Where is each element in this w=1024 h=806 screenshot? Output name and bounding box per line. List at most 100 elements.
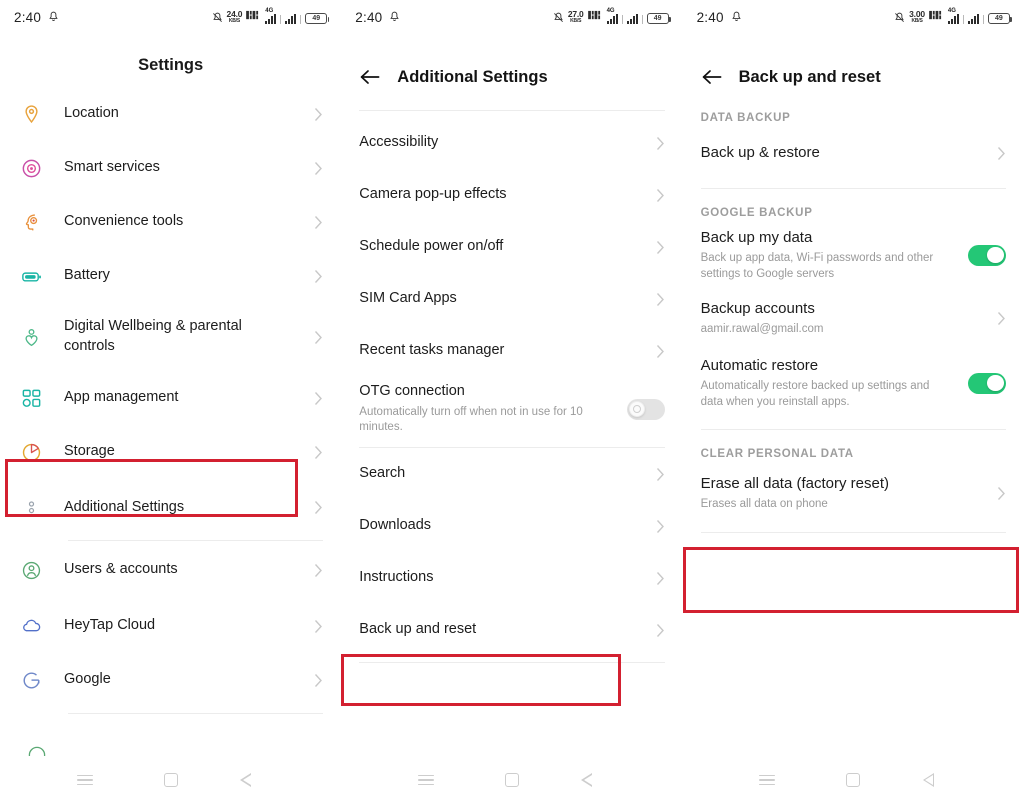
section-divider-1 [700, 188, 1006, 189]
list-item-schedule-power-on-off[interactable]: Schedule power on/off [341, 221, 682, 273]
home-icon[interactable] [501, 769, 523, 791]
row-text: Additional Settings [64, 498, 306, 518]
status-bar-right: 24.0 KB/S 4G 49 [212, 7, 330, 24]
chevron-right-icon [656, 292, 665, 307]
sidebar-item-label: Storage [64, 443, 115, 460]
row-text: OTG connection Automatically turn off wh… [359, 382, 616, 436]
list-item-search[interactable]: Search [341, 448, 682, 500]
toggle-knob [987, 374, 1004, 392]
screen-additional-settings: 2:40 27.0 KB/S 4G 49 Additional Settings… [341, 0, 683, 806]
nav-bar [683, 754, 1024, 806]
list-item-erase-all-data[interactable]: Erase all data (factory reset) Erases al… [683, 464, 1024, 522]
list-item-instructions[interactable]: Instructions [341, 552, 682, 604]
row-text: Schedule power on/off [359, 237, 647, 257]
battery-level: 49 [653, 14, 662, 22]
location-pin-icon [18, 101, 44, 127]
sidebar-item-label: Additional Settings [64, 498, 185, 515]
list-item-accessibility[interactable]: Accessibility [341, 117, 682, 169]
automatic-restore-toggle[interactable] [967, 372, 1006, 394]
screen-settings: 2:40 24.0 KB/S 4G 49 Settings Location S… [0, 0, 342, 806]
list-item-label: Camera pop-up effects [359, 186, 507, 203]
status-bar-right: 3.00 KB/S 4G 49 [894, 8, 1012, 24]
list-item-recent-tasks-manager[interactable]: Recent tasks manager [341, 325, 682, 377]
list-item-backup-accounts[interactable]: Backup accounts aamir.rawal@gmail.com [683, 287, 1024, 349]
row-text: Recent tasks manager [359, 341, 647, 361]
network-signal-group: 4G [947, 8, 959, 24]
sidebar-item-label: Location [64, 105, 119, 122]
chevron-right-icon [314, 619, 323, 634]
storage-pie-icon [18, 439, 44, 465]
page-title: Back up and reset [738, 67, 881, 86]
sidebar-item-app-management[interactable]: App management [0, 371, 341, 425]
back-icon[interactable] [922, 769, 950, 791]
sidebar-item-storage[interactable]: Storage [0, 425, 341, 479]
chevron-right-icon [314, 563, 323, 578]
status-bar-right: 27.0 KB/S 4G 49 [553, 8, 671, 24]
status-divider [962, 14, 964, 24]
back-icon[interactable] [581, 769, 609, 791]
menu-icon[interactable] [756, 769, 778, 791]
row-text: Users & accounts [64, 560, 306, 580]
chevron-right-icon [656, 623, 665, 638]
sidebar-item-heytap-cloud[interactable]: HeyTap Cloud [0, 599, 341, 653]
status-divider-2 [300, 14, 302, 24]
list-item-sim-card-apps[interactable]: SIM Card Apps [341, 273, 682, 325]
back-up-my-data-toggle[interactable] [967, 244, 1006, 266]
chevron-right-icon [997, 486, 1006, 501]
back-arrow-icon[interactable] [701, 68, 723, 86]
row-text: Back up & restore [701, 143, 989, 163]
additional-settings-icon [18, 495, 44, 521]
status-bar-left: 2:40 [14, 10, 59, 25]
list-item-back-up-and-reset[interactable]: Back up and reset [341, 604, 682, 656]
users-accounts-icon [18, 557, 44, 583]
menu-icon[interactable] [415, 769, 437, 791]
sidebar-item-label: HeyTap Cloud [64, 617, 156, 634]
home-icon[interactable] [842, 769, 864, 791]
nav-bar [341, 754, 682, 806]
list-item-label: Automatic restore [700, 356, 819, 374]
bell-mute-icon [553, 12, 564, 24]
row-text: Search [359, 464, 647, 484]
sidebar-item-convenience-tools[interactable]: Convenience tools [0, 195, 341, 249]
status-bar: 2:40 3.00 KB/S 4G 49 [683, 0, 1024, 34]
list-item-downloads[interactable]: Downloads [341, 500, 682, 552]
list-item-back-up-restore[interactable]: Back up & restore [683, 128, 1024, 178]
chevron-right-icon [314, 330, 323, 345]
nav-bar [0, 754, 341, 806]
chevron-right-icon [314, 673, 323, 688]
sidebar-item-label: Battery [64, 267, 110, 284]
data-rate-indicator: 24.0 KB/S [227, 10, 243, 24]
row-text: Convenience tools [64, 212, 306, 232]
row-text: Backup accounts aamir.rawal@gmail.com [701, 299, 989, 338]
menu-icon[interactable] [74, 769, 96, 791]
sidebar-item-smart-services[interactable]: Smart services [0, 141, 341, 195]
sidebar-item-digital-wellbeing[interactable]: Digital Wellbeing & parental controls [0, 303, 341, 371]
status-bar: 2:40 24.0 KB/S 4G 49 [0, 0, 341, 34]
section-header-data-backup: DATA BACKUP [700, 112, 791, 124]
back-arrow-icon[interactable] [359, 68, 381, 86]
list-item-label: OTG connection [359, 383, 465, 400]
list-item-sub: Erases all data on phone [700, 497, 828, 510]
sidebar-item-location[interactable]: Location [0, 87, 341, 141]
sidebar-item-additional-settings[interactable]: Additional Settings [0, 479, 341, 536]
sidebar-item-battery[interactable]: Battery [0, 249, 341, 303]
page-header: Back up and reset [683, 62, 1024, 92]
signal-bars-icon-2 [626, 13, 638, 24]
list-item-automatic-restore[interactable]: Automatic restore Automatically restore … [683, 349, 1024, 417]
row-text: Digital Wellbeing & parental controls [64, 317, 306, 356]
back-icon[interactable] [239, 769, 267, 791]
otg-connection-toggle[interactable] [626, 398, 665, 420]
list-item-otg-connection[interactable]: OTG connection Automatically turn off wh… [341, 377, 682, 441]
list-item-label: Erase all data (factory reset) [700, 474, 890, 492]
row-text: Downloads [359, 516, 647, 536]
sidebar-item-users-accounts[interactable]: Users & accounts [0, 541, 341, 599]
list-item-back-up-my-data[interactable]: Back up my data Back up app data, Wi-Fi … [683, 223, 1024, 287]
row-text: Back up my data Back up app data, Wi-Fi … [701, 228, 958, 282]
row-text: Camera pop-up effects [359, 185, 647, 205]
sidebar-item-google[interactable]: Google [0, 653, 341, 707]
home-icon[interactable] [160, 769, 182, 791]
list-item-camera-popup-effects[interactable]: Camera pop-up effects [341, 169, 682, 221]
row-text: Location [64, 104, 306, 124]
additional-settings-list: Accessibility Camera pop-up effects Sche… [341, 117, 682, 663]
network-label: 4G [265, 7, 274, 14]
